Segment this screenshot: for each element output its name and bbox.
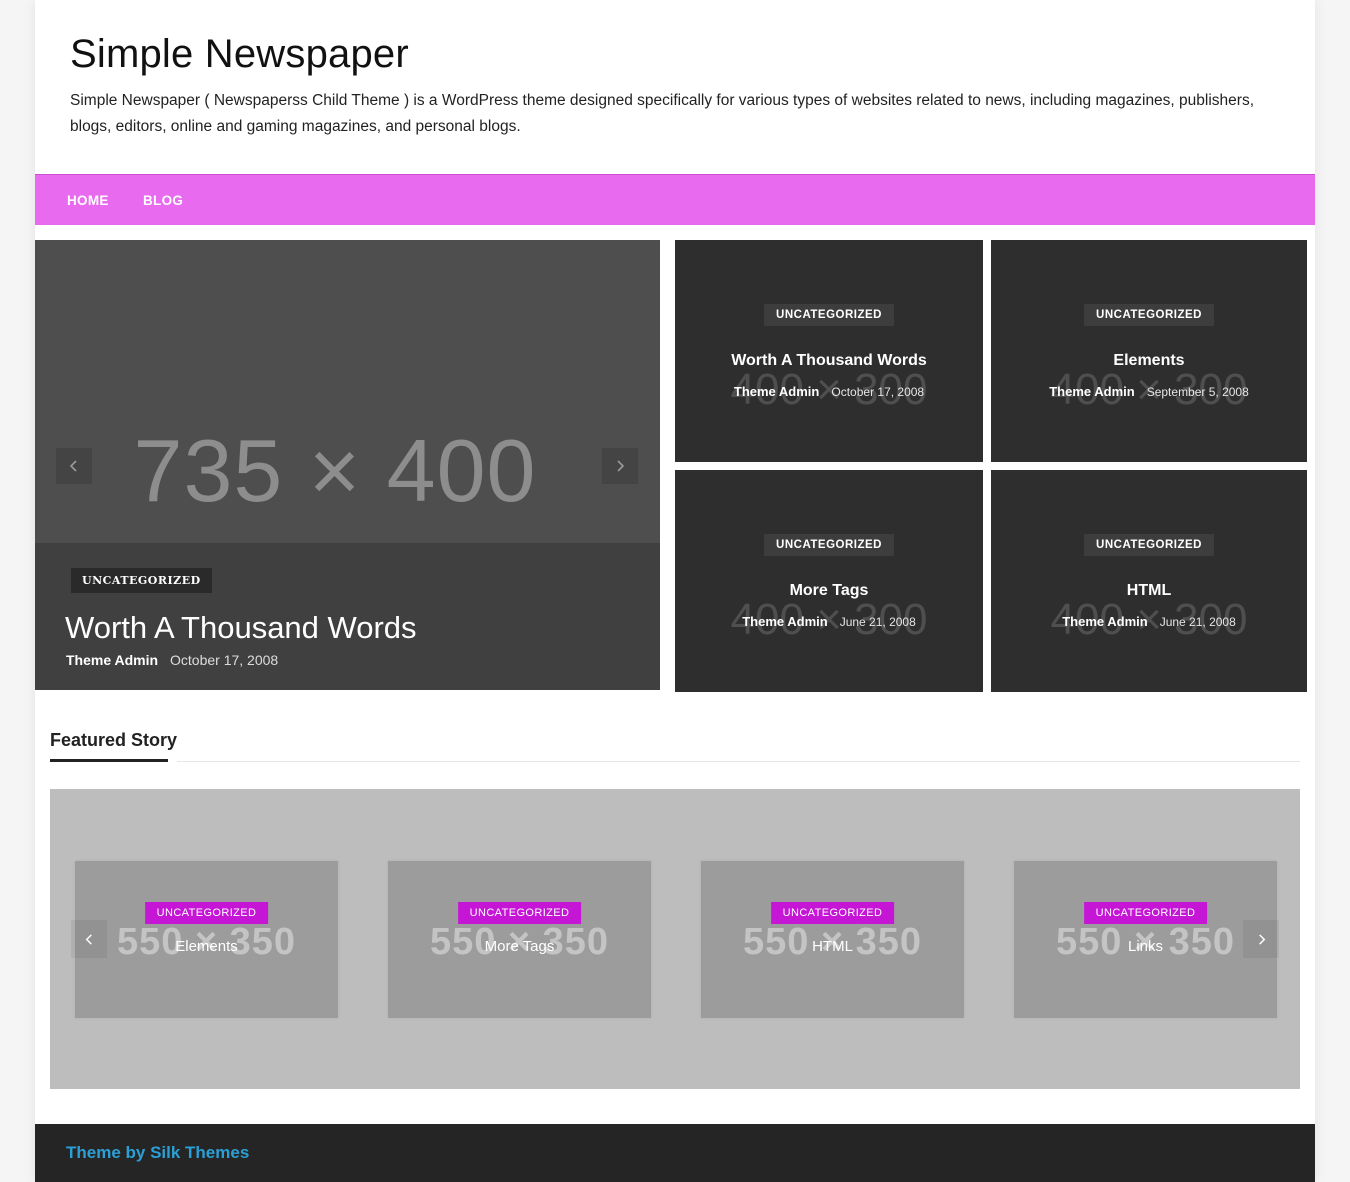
tile-category-badge[interactable]: UNCATEGORIZED [764,534,894,556]
slide-category-badge[interactable]: UNCATEGORIZED [71,568,212,593]
card-category-badge[interactable]: UNCATEGORIZED [144,902,269,924]
nav-item-home[interactable]: HOME [67,193,109,208]
tile-title[interactable]: More Tags [675,582,983,600]
tile-date: October 17, 2008 [831,385,925,399]
tile-date: September 5, 2008 [1146,385,1249,399]
card-title[interactable]: Elements [75,938,338,955]
grid-post[interactable]: 400 × 300 UNCATEGORIZED Worth A Thousand… [675,240,983,462]
tile-category-badge[interactable]: UNCATEGORIZED [764,304,894,326]
card-category-badge[interactable]: UNCATEGORIZED [457,902,582,924]
grid-post[interactable]: 400 × 300 UNCATEGORIZED More Tags Theme … [675,470,983,692]
featured-carousel: 550 × 350 UNCATEGORIZED Elements 550 × 3… [50,789,1300,1089]
tile-author[interactable]: Theme Admin [742,614,827,629]
slide-title[interactable]: Worth A Thousand Words [65,610,417,646]
tile-meta: Theme Admin June 21, 2008 [991,614,1307,629]
card-title[interactable]: HTML [701,938,964,955]
tile-meta: Theme Admin June 21, 2008 [675,614,983,629]
tile-meta: Theme Admin September 5, 2008 [991,384,1307,399]
site-title[interactable]: Simple Newspaper [70,32,409,77]
tile-author[interactable]: Theme Admin [734,384,819,399]
featured-slider[interactable]: 735 × 400 UNCATEGORIZED Worth A Thousand… [35,240,660,690]
featured-story-heading: Featured Story [50,730,178,750]
nav-item-blog[interactable]: BLOG [143,193,183,208]
tile-date: June 21, 2008 [1159,615,1236,629]
section-divider [177,761,1300,762]
tile-meta: Theme Admin October 17, 2008 [675,384,983,399]
slide-image-placeholder: 735 × 400 [35,240,660,545]
grid-post[interactable]: 400 × 300 UNCATEGORIZED Elements Theme A… [991,240,1307,462]
carousel-card[interactable]: 550 × 350 UNCATEGORIZED Links [1014,861,1277,1018]
tile-category-badge[interactable]: UNCATEGORIZED [1084,534,1214,556]
slider-prev-button[interactable] [56,448,92,484]
chevron-left-icon [69,460,77,472]
tile-author[interactable]: Theme Admin [1062,614,1147,629]
tile-title[interactable]: Elements [991,352,1307,370]
tile-category-badge[interactable]: UNCATEGORIZED [1084,304,1214,326]
site-footer: Theme by Silk Themes [35,1124,1315,1182]
site-header: Simple Newspaper Simple Newspaper ( News… [35,0,1315,174]
carousel-card[interactable]: 550 × 350 UNCATEGORIZED HTML [701,861,964,1018]
heading-underline [50,759,168,762]
card-title[interactable]: Links [1014,938,1277,955]
tile-title[interactable]: HTML [991,582,1307,600]
carousel-prev-button[interactable] [71,920,107,958]
slider-next-button[interactable] [602,448,638,484]
chevron-right-icon [617,460,625,472]
tile-date: June 21, 2008 [839,615,916,629]
card-category-badge[interactable]: UNCATEGORIZED [1083,902,1208,924]
carousel-next-button[interactable] [1243,920,1279,958]
site-description: Simple Newspaper ( Newspaperss Child The… [70,92,1255,135]
carousel-card[interactable]: 550 × 350 UNCATEGORIZED More Tags [388,861,651,1018]
card-title[interactable]: More Tags [388,938,651,955]
theme-credit-link[interactable]: Theme by Silk Themes [66,1143,249,1163]
tile-author[interactable]: Theme Admin [1049,384,1134,399]
slide-placeholder-text: 735 × 400 [133,421,537,520]
card-category-badge[interactable]: UNCATEGORIZED [770,902,895,924]
page: Simple Newspaper Simple Newspaper ( News… [35,0,1315,1182]
chevron-left-icon [85,933,92,945]
tile-title[interactable]: Worth A Thousand Words [675,352,983,370]
main-navigation: HOME BLOG [35,174,1315,225]
grid-post[interactable]: 400 × 300 UNCATEGORIZED HTML Theme Admin… [991,470,1307,692]
slide-author[interactable]: Theme Admin [66,652,158,668]
chevron-right-icon [1258,933,1265,945]
slide-date: October 17, 2008 [170,652,279,668]
carousel-card[interactable]: 550 × 350 UNCATEGORIZED Elements [75,861,338,1018]
